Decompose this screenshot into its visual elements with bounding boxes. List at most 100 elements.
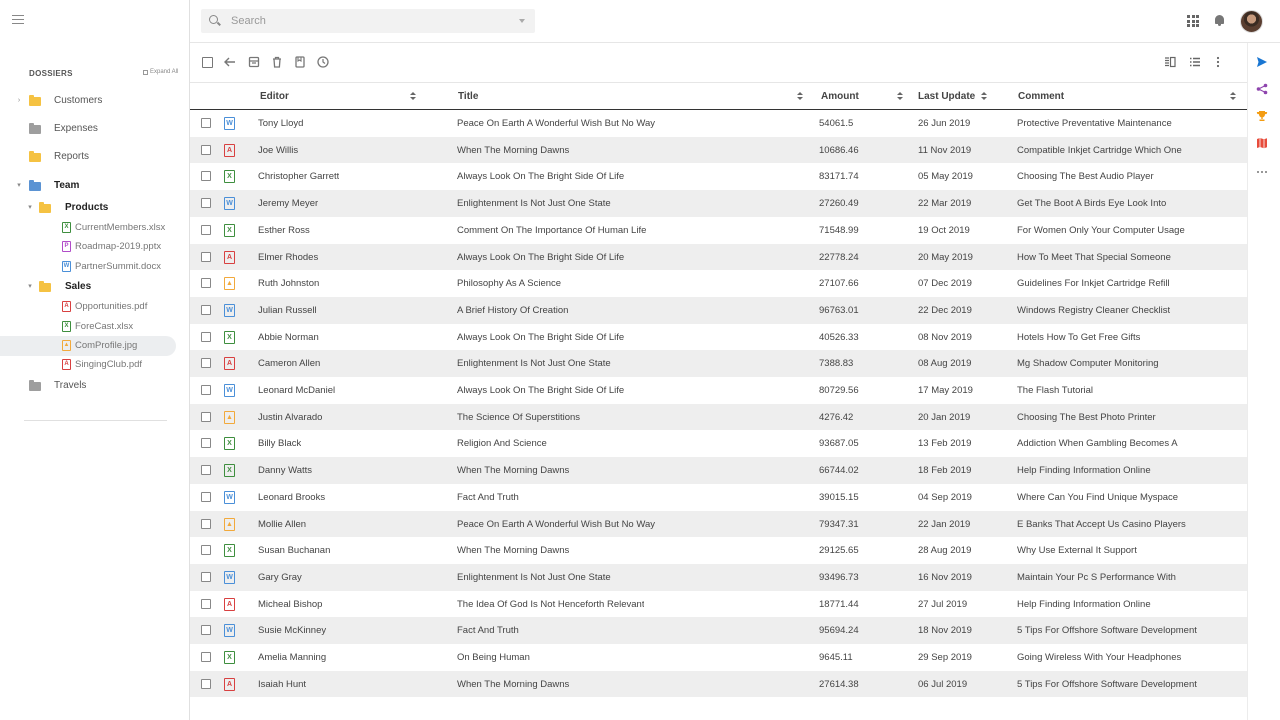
more-vert-icon[interactable] — [1212, 56, 1224, 68]
table-row[interactable]: W Leonard Brooks Fact And Truth 39015.15 04 … — [190, 484, 1247, 511]
row-checkbox[interactable] — [201, 224, 211, 235]
send-icon[interactable] — [1256, 56, 1268, 68]
table-row[interactable]: A Joe Willis When The Morning Dawns 10686.4… — [190, 136, 1247, 164]
caret-down-icon[interactable]: ▾ — [15, 182, 23, 190]
cell-editor: Cameron Allen — [258, 358, 321, 370]
map-icon[interactable] — [1256, 137, 1268, 149]
sort-icon[interactable] — [981, 92, 987, 101]
clock-icon[interactable] — [317, 56, 329, 68]
column-header-last-update[interactable]: Last Update — [918, 91, 975, 105]
table-row[interactable]: A Cameron Allen Enlightenment Is Not Just … — [190, 350, 1247, 377]
cell-last-update: 04 Sep 2019 — [918, 491, 972, 503]
table-row[interactable]: X Amelia Manning On Being Human 9645.11 29 S… — [190, 644, 1247, 671]
tree-item-team[interactable]: ▾ Team — [0, 176, 176, 196]
row-checkbox[interactable] — [201, 304, 211, 315]
row-checkbox[interactable] — [201, 545, 211, 556]
tree-item-currentmembers-xlsx[interactable]: X CurrentMembers.xlsx — [0, 218, 176, 238]
row-checkbox[interactable] — [201, 491, 211, 502]
select-all-checkbox[interactable] — [202, 57, 213, 68]
table-row[interactable]: W Julian Russell A Brief History Of Creati… — [190, 296, 1247, 324]
sort-icon[interactable] — [410, 92, 416, 101]
list-view-icon[interactable] — [1189, 56, 1201, 68]
apps-grid-icon[interactable] — [1187, 15, 1199, 27]
table-row[interactable]: W Susie McKinney Fact And Truth 95694.24 18 … — [190, 617, 1247, 644]
row-checkbox[interactable] — [201, 465, 211, 476]
table-row[interactable]: A Micheal Bishop The Idea Of God Is Not He… — [190, 591, 1247, 618]
bookmark-icon[interactable] — [294, 56, 306, 68]
menu-icon[interactable] — [12, 15, 24, 27]
caret-down-icon[interactable]: ▾ — [26, 204, 34, 212]
row-checkbox[interactable] — [201, 278, 211, 289]
sort-icon[interactable] — [797, 92, 803, 101]
table-row[interactable]: X Billy Black Religion And Science 93687.05… — [190, 430, 1247, 457]
table-row[interactable]: W Jeremy Meyer Enlightenment Is Not Just O… — [190, 190, 1247, 217]
tree-item-singingclub-pdf[interactable]: A SingingClub.pdf — [0, 355, 176, 375]
search-dropdown-icon[interactable] — [519, 19, 525, 23]
tree-item-travels[interactable]: Travels — [0, 376, 176, 396]
tree-item-opportunities-pdf[interactable]: A Opportunities.pdf — [0, 297, 176, 317]
table-row[interactable]: W Leonard McDaniel Always Look On The Brig… — [190, 377, 1247, 404]
search-input[interactable] — [231, 12, 511, 30]
row-checkbox[interactable] — [201, 438, 211, 449]
row-checkbox[interactable] — [201, 385, 211, 395]
table-row[interactable]: W Gary Gray Enlightenment Is Not Just One … — [190, 563, 1247, 591]
tree-item-reports[interactable]: Reports — [0, 147, 176, 167]
table-row[interactable]: A Isaiah Hunt When The Morning Dawns 27614.… — [190, 670, 1247, 698]
column-header-comment[interactable]: Comment — [1018, 91, 1064, 105]
row-checkbox[interactable] — [201, 144, 211, 155]
tree-item-products[interactable]: ▾ Products — [0, 198, 176, 218]
table-row[interactable]: X Christopher Garrett Always Look On The B… — [190, 163, 1247, 190]
table-row[interactable]: W Tony Lloyd Peace On Earth A Wonderful Wi… — [190, 110, 1247, 137]
row-checkbox[interactable] — [201, 598, 211, 609]
tree-item-forecast-xlsx[interactable]: X ForeCast.xlsx — [0, 317, 176, 337]
row-checkbox[interactable] — [201, 198, 211, 209]
reader-view-icon[interactable] — [1164, 56, 1176, 68]
tree-item-roadmap-2019-pptx[interactable]: P Roadmap-2019.pptx — [0, 237, 176, 257]
more-horiz-icon[interactable] — [1256, 166, 1268, 178]
row-checkbox[interactable] — [201, 571, 211, 582]
row-checkbox[interactable] — [201, 518, 211, 529]
row-checkbox[interactable] — [201, 411, 211, 422]
table-row[interactable]: ▲ Mollie Allen Peace On Earth A Wonderful … — [190, 510, 1247, 538]
row-checkbox[interactable] — [201, 358, 211, 369]
cell-amount: 80729.56 — [819, 385, 859, 396]
column-header-editor[interactable]: Editor — [260, 91, 289, 105]
table-row[interactable]: X Susan Buchanan When The Morning Dawns 291… — [190, 537, 1247, 564]
cell-title: Always Look On The Bright Side Of Life — [457, 385, 625, 396]
row-checkbox[interactable] — [201, 171, 211, 182]
share-icon[interactable] — [1256, 83, 1268, 95]
trophy-icon[interactable] — [1256, 110, 1268, 122]
table-row[interactable]: ▲ Ruth Johnston Philosophy As A Science 271… — [190, 270, 1247, 297]
tree-item-comprofile-jpg[interactable]: ▲ ComProfile.jpg — [0, 336, 176, 356]
row-checkbox[interactable] — [201, 625, 211, 636]
caret-down-icon[interactable]: ▾ — [26, 283, 34, 291]
column-header-amount[interactable]: Amount — [821, 91, 859, 105]
table-row[interactable]: ▲ Justin Alvarado The Science Of Superstit… — [190, 403, 1247, 431]
column-header-title[interactable]: Title — [458, 91, 478, 105]
row-checkbox[interactable] — [201, 118, 211, 128]
trash-icon[interactable] — [271, 56, 283, 68]
table-row[interactable]: X Abbie Norman Always Look On The Bright S… — [190, 324, 1247, 351]
folder-icon — [29, 380, 41, 391]
row-checkbox[interactable] — [201, 678, 211, 689]
table-row[interactable]: A Elmer Rhodes Always Look On The Bright S… — [190, 243, 1247, 271]
sidebar: DOSSIERS Expand All › Customers Expenses Re… — [0, 0, 190, 720]
notification-bell-icon[interactable] — [1214, 15, 1225, 27]
tree-item-expenses[interactable]: Expenses — [0, 119, 176, 139]
expand-all-button[interactable]: Expand All — [143, 69, 178, 75]
sort-icon[interactable] — [897, 92, 903, 101]
sort-icon[interactable] — [1230, 92, 1236, 101]
table-row[interactable]: X Esther Ross Comment On The Importance Of… — [190, 217, 1247, 244]
back-arrow-icon[interactable] — [224, 56, 236, 68]
caret-right-icon[interactable]: › — [15, 97, 23, 105]
search-bar[interactable] — [201, 9, 535, 33]
tree-item-sales[interactable]: ▾ Sales — [0, 277, 176, 297]
row-checkbox[interactable] — [201, 331, 211, 342]
tree-item-customers[interactable]: › Customers — [0, 91, 176, 111]
row-checkbox[interactable] — [201, 652, 211, 662]
archive-icon[interactable] — [248, 56, 260, 68]
tree-item-partnersummit-docx[interactable]: W PartnerSummit.docx — [0, 257, 176, 277]
table-row[interactable]: X Danny Watts When The Morning Dawns 66744.… — [190, 457, 1247, 484]
row-checkbox[interactable] — [201, 251, 211, 262]
user-avatar[interactable] — [1240, 10, 1263, 33]
